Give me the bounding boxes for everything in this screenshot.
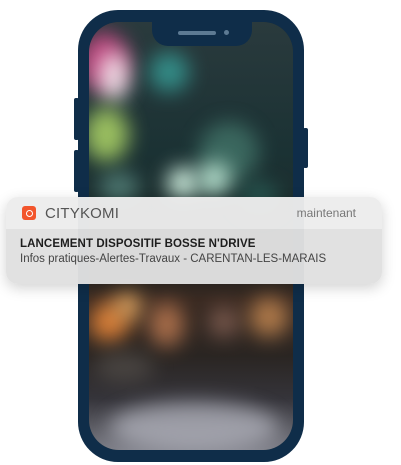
bokeh-light: [209, 307, 239, 337]
bokeh-light: [167, 167, 199, 199]
notification-title: LANCEMENT DISPOSITIF BOSSE N'DRIVE: [20, 238, 256, 250]
bokeh-light: [249, 297, 289, 337]
speaker-grille: [178, 31, 216, 35]
app-name: CITYKOMI: [45, 204, 120, 222]
mockup-stage: CITYKOMI maintenant LANCEMENT DISPOSITIF…: [0, 0, 401, 465]
app-icon-ring: [25, 209, 33, 217]
bokeh-light: [94, 352, 154, 382]
bokeh-light: [149, 52, 189, 92]
volume-down-button: [74, 150, 79, 192]
power-button: [303, 128, 308, 168]
notification-header: CITYKOMI maintenant: [6, 197, 382, 229]
bokeh-light: [114, 292, 142, 320]
bokeh-light: [149, 302, 184, 347]
front-camera: [224, 30, 229, 35]
citykomi-app-icon: [22, 206, 36, 220]
notification-timestamp: maintenant: [296, 206, 356, 220]
push-notification[interactable]: CITYKOMI maintenant LANCEMENT DISPOSITIF…: [6, 197, 382, 284]
bokeh-light: [197, 162, 231, 196]
notification-text: Infos pratiques-Alertes-Travaux - CARENT…: [20, 253, 327, 265]
bokeh-light: [109, 402, 279, 450]
bokeh-light: [99, 52, 129, 102]
volume-up-button: [74, 98, 79, 140]
notification-body: LANCEMENT DISPOSITIF BOSSE N'DRIVE Infos…: [6, 229, 382, 284]
phone-notch: [152, 22, 252, 46]
